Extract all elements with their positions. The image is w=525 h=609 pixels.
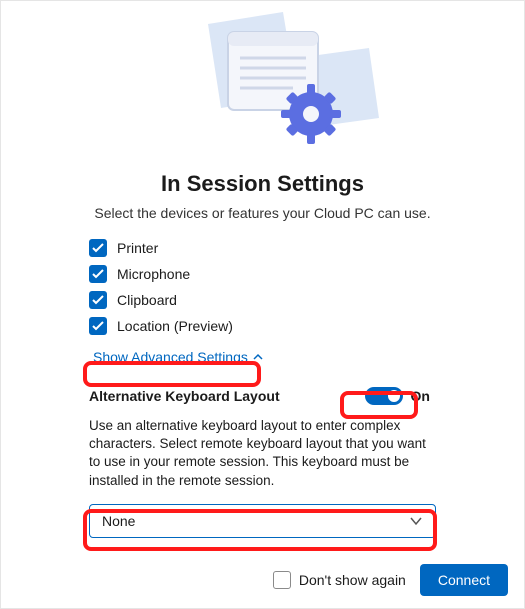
- select-value: None: [102, 513, 135, 529]
- checkbox-empty-icon: [273, 571, 291, 589]
- device-label: Clipboard: [117, 292, 177, 308]
- chevron-up-icon: [252, 352, 264, 362]
- check-icon: [89, 291, 107, 309]
- alt-keyboard-heading: Alternative Keyboard Layout: [89, 388, 280, 404]
- device-row-location[interactable]: Location (Preview): [89, 317, 436, 335]
- show-advanced-settings-link[interactable]: Show Advanced Settings: [89, 347, 268, 367]
- toggle-knob: [388, 390, 400, 402]
- keyboard-layout-select[interactable]: None: [89, 504, 436, 538]
- page-subtitle: Select the devices or features your Clou…: [1, 205, 524, 221]
- toggle-label: On: [411, 388, 430, 404]
- device-label: Location (Preview): [117, 318, 233, 334]
- alt-keyboard-heading-row: Alternative Keyboard Layout On: [89, 385, 436, 407]
- settings-content: Printer Microphone Clipboard Location (P…: [1, 221, 524, 538]
- device-row-microphone[interactable]: Microphone: [89, 265, 436, 283]
- connect-button[interactable]: Connect: [420, 564, 508, 596]
- alt-keyboard-toggle[interactable]: [365, 387, 403, 405]
- device-row-printer[interactable]: Printer: [89, 239, 436, 257]
- check-icon: [89, 265, 107, 283]
- chevron-down-icon: [409, 513, 423, 529]
- page-title: In Session Settings: [1, 171, 524, 197]
- device-label: Printer: [117, 240, 158, 256]
- device-label: Microphone: [117, 266, 190, 282]
- dont-show-label: Don't show again: [299, 572, 406, 588]
- check-icon: [89, 317, 107, 335]
- alt-keyboard-toggle-wrap: On: [359, 385, 436, 407]
- device-row-clipboard[interactable]: Clipboard: [89, 291, 436, 309]
- hero-illustration: [1, 1, 524, 161]
- advanced-link-text: Show Advanced Settings: [93, 349, 248, 365]
- dialog-footer: Don't show again Connect: [273, 564, 508, 596]
- hero-svg: [123, 6, 403, 156]
- dont-show-again-checkbox[interactable]: Don't show again: [273, 571, 406, 589]
- check-icon: [89, 239, 107, 257]
- alt-keyboard-description: Use an alternative keyboard layout to en…: [89, 417, 436, 490]
